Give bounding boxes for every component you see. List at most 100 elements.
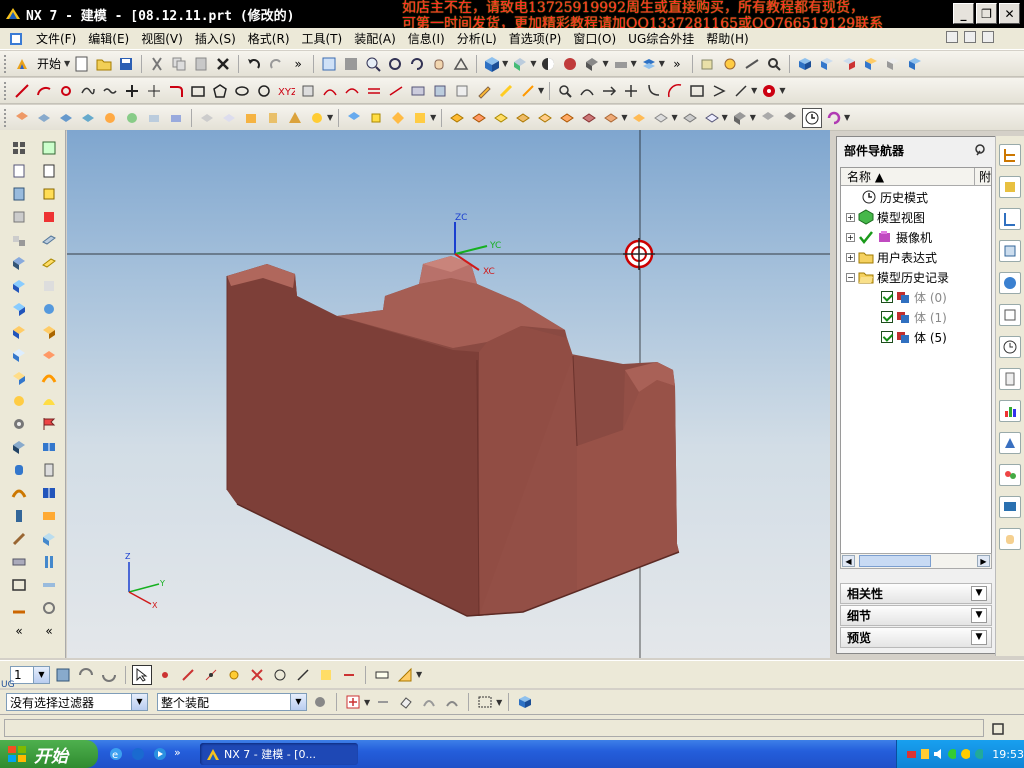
tray-green-icon[interactable] — [946, 747, 957, 761]
tangent-select-icon[interactable] — [442, 692, 462, 712]
work-layer-select[interactable]: 1 ▼ — [10, 665, 50, 684]
part-body[interactable] — [226, 256, 680, 617]
sketch-rect-icon[interactable] — [687, 81, 707, 101]
volume-icon[interactable] — [932, 747, 943, 761]
route-icon[interactable] — [9, 598, 29, 618]
blue-block-icon[interactable] — [9, 276, 29, 296]
mirror-icon[interactable] — [601, 108, 621, 128]
doc-minimize-button[interactable] — [946, 31, 958, 43]
arc-center-icon[interactable] — [270, 665, 290, 685]
chevron-down-icon[interactable]: ▼ — [33, 666, 49, 683]
feature-boss-icon[interactable] — [122, 108, 142, 128]
synchronous-icon[interactable] — [651, 108, 671, 128]
sketch-icon[interactable] — [555, 81, 575, 101]
cube-edit-icon[interactable] — [839, 54, 859, 74]
clock-icon[interactable] — [801, 107, 822, 128]
drafting-dropdown[interactable]: ▼ — [416, 670, 422, 679]
filter-settings-icon[interactable] — [310, 692, 330, 712]
feature-more-dropdown[interactable]: ▼ — [327, 113, 333, 122]
history-tab[interactable] — [999, 304, 1021, 326]
sketch-more-dropdown[interactable]: ▼ — [751, 86, 757, 95]
cube-blue-icon[interactable] — [9, 299, 29, 319]
select-feature-icon[interactable] — [698, 54, 718, 74]
reuse-library-tab[interactable] — [999, 240, 1021, 262]
view-orient-dropdown[interactable]: ▼ — [530, 59, 536, 68]
sketch-arc-icon[interactable] — [665, 81, 685, 101]
full-screen-icon[interactable] — [988, 719, 1008, 739]
cut-icon[interactable] — [147, 54, 167, 74]
display-tab[interactable] — [999, 496, 1021, 518]
layer-icon[interactable] — [639, 54, 659, 74]
pencil-icon[interactable] — [474, 81, 494, 101]
feature-tube-icon[interactable] — [78, 108, 98, 128]
wave-icon[interactable] — [100, 81, 120, 101]
scroll-thumb[interactable] — [859, 555, 931, 567]
menu-edit[interactable]: 编辑(E) — [82, 30, 135, 47]
copy-layer-icon[interactable] — [99, 665, 119, 685]
minimize-button[interactable]: _ — [953, 3, 974, 24]
surface-yellow-icon[interactable] — [39, 391, 59, 411]
cube-color-icon[interactable] — [905, 54, 925, 74]
tray-im-icon[interactable] — [973, 747, 984, 761]
menu-help[interactable]: 帮助(H) — [700, 30, 754, 47]
background-icon[interactable] — [538, 54, 558, 74]
close-button[interactable]: ✕ — [999, 3, 1020, 24]
refresh-icon[interactable] — [824, 108, 844, 128]
feature-slot-icon[interactable] — [197, 108, 217, 128]
trim-body-dropdown[interactable]: ▼ — [430, 113, 436, 122]
tray-security-icon[interactable] — [959, 747, 970, 761]
assembly-nav-icon[interactable] — [9, 138, 29, 158]
expand-down-icon[interactable]: « — [39, 621, 59, 641]
graphics-window[interactable]: ZC YC XC Z Y X — [67, 130, 830, 658]
snap-icon[interactable] — [720, 54, 740, 74]
body-icon[interactable] — [9, 253, 29, 273]
control-point-icon[interactable] — [224, 665, 244, 685]
menu-view[interactable]: 视图(V) — [135, 30, 189, 47]
polygon-icon[interactable] — [210, 81, 230, 101]
chevron-down-icon[interactable]: ▼ — [971, 630, 987, 645]
move-layer-icon[interactable] — [76, 665, 96, 685]
horizontal-scrollbar[interactable]: ◀ ▶ — [840, 553, 992, 569]
section-dropdown[interactable]: ▼ — [631, 59, 637, 68]
tree-item-history-mode[interactable]: 历史模式 — [861, 187, 928, 207]
thread-icon[interactable] — [9, 506, 29, 526]
toolbar-grip[interactable] — [4, 108, 8, 127]
shaded-cube-icon[interactable] — [482, 54, 502, 74]
cube-mixed-icon[interactable] — [9, 368, 29, 388]
tree-item-body-5[interactable]: 体 (5) — [881, 327, 947, 347]
start-icon[interactable] — [12, 54, 32, 74]
browser-icon[interactable] — [130, 746, 146, 762]
chevron-down-icon[interactable]: ▼ — [971, 586, 987, 601]
feature-box-icon[interactable] — [241, 108, 261, 128]
thicken-icon[interactable] — [557, 108, 577, 128]
feature-cylinder-icon[interactable] — [263, 108, 283, 128]
select-cursor-icon[interactable] — [132, 664, 152, 685]
roles-tab[interactable] — [999, 432, 1021, 454]
drafting-icon[interactable] — [395, 665, 415, 685]
view-orient-icon[interactable] — [510, 54, 530, 74]
sketch-offset-icon[interactable] — [731, 81, 751, 101]
column-attach-header[interactable]: 附 — [975, 168, 991, 185]
start-dropdown-icon[interactable]: ▼ — [64, 59, 70, 68]
curve-info-icon[interactable] — [452, 81, 472, 101]
sketch-cross-icon[interactable] — [621, 81, 641, 101]
split-icon[interactable] — [39, 437, 59, 457]
delete-face-icon[interactable] — [702, 108, 722, 128]
tree-item-body-1[interactable]: 体 (1) — [881, 307, 947, 327]
gear-icon[interactable] — [9, 414, 29, 434]
text-icon[interactable]: XYZ — [276, 81, 296, 101]
layer-dropdown[interactable]: ▼ — [659, 59, 665, 68]
feature-sweep-icon[interactable] — [56, 108, 76, 128]
feature-pocket-icon[interactable] — [144, 108, 164, 128]
tools-tab[interactable] — [999, 528, 1021, 550]
menu-preferences[interactable]: 首选项(P) — [503, 30, 568, 47]
tool-icon[interactable] — [9, 529, 29, 549]
sheet-metal-icon[interactable] — [9, 552, 29, 572]
new-file-icon[interactable] — [72, 54, 92, 74]
feature-cone-icon[interactable] — [285, 108, 305, 128]
feature-pad-icon[interactable] — [166, 108, 186, 128]
pan-icon[interactable] — [385, 54, 405, 74]
solid-gray-icon[interactable] — [730, 108, 750, 128]
edge-blend-icon[interactable] — [447, 108, 467, 128]
tree-item-body-0[interactable]: 体 (0) — [881, 287, 947, 307]
